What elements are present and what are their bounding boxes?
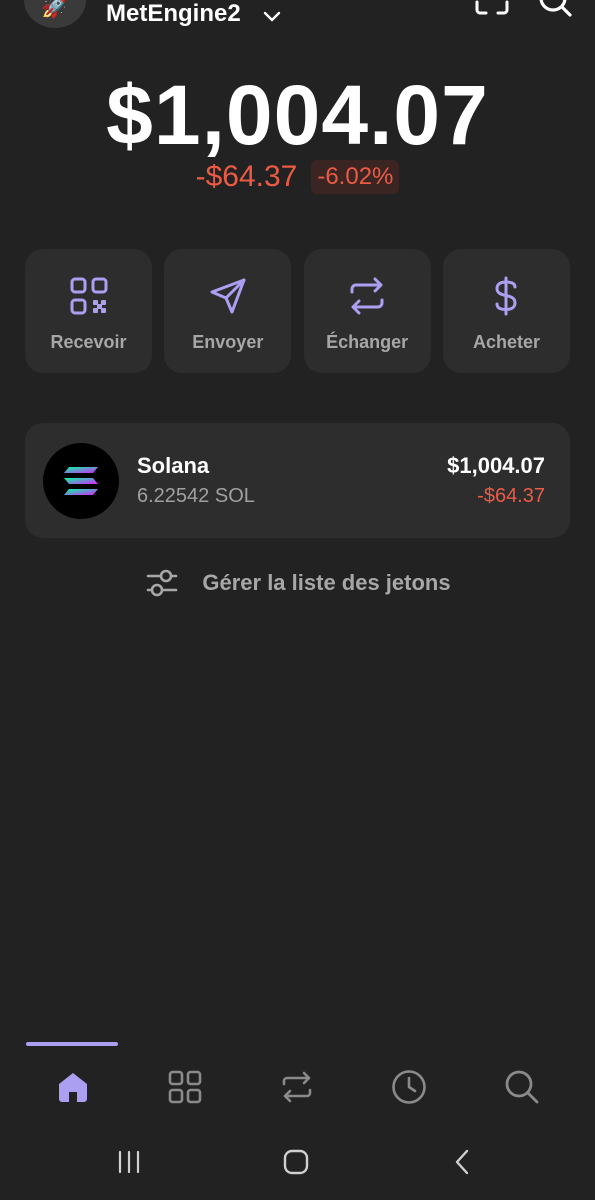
token-name: Solana (137, 453, 210, 478)
search-icon (505, 1070, 539, 1104)
token-change: -$64.37 (477, 485, 545, 507)
back-button[interactable] (441, 1140, 485, 1184)
token-value: $1,004.07 (447, 453, 545, 478)
swap-button[interactable]: Échanger (303, 249, 431, 373)
buy-label: Acheter (472, 332, 540, 352)
home-circle-icon (283, 1149, 309, 1175)
manage-token-list-label: Gérer la liste des jetons (202, 570, 451, 595)
account-name[interactable]: MetEngine2 (106, 0, 241, 28)
buy-button[interactable]: Acheter (442, 249, 570, 373)
balance-change-row: -$64.37 -6.02% (0, 160, 595, 194)
receive-label: Recevoir (50, 332, 127, 352)
header: 🚀 MetEngine2 (0, 0, 595, 40)
qr-code-icon (70, 277, 107, 315)
send-label: Envoyer (192, 332, 264, 352)
total-balance: $1,004.07 (106, 68, 489, 162)
rocket-icon: 🚀 (41, 0, 69, 19)
search-icon[interactable] (536, 0, 576, 18)
send-icon (210, 278, 246, 314)
chevron-down-icon[interactable] (262, 6, 282, 26)
receive-button[interactable]: Recevoir (25, 249, 152, 373)
scan-icon[interactable] (474, 0, 510, 16)
solana-logo-icon (43, 443, 119, 519)
token-row-solana[interactable]: Solana 6.22542 SOL $1,004.07 -$64.37 (25, 423, 570, 538)
system-navigation-bar (0, 1140, 595, 1184)
back-icon (455, 1149, 469, 1175)
recent-apps-icon (118, 1150, 140, 1174)
tab-swap[interactable] (272, 1062, 322, 1112)
action-buttons: Recevoir Envoyer Échanger Acheter (25, 249, 570, 373)
tab-collectibles[interactable] (160, 1062, 210, 1112)
bottom-tab-bar (0, 1062, 595, 1112)
tab-home[interactable] (48, 1062, 98, 1112)
dollar-icon (495, 276, 517, 316)
swap-icon (350, 277, 384, 315)
balance-change-percent-badge: -6.02% (311, 160, 400, 194)
token-amount: 6.22542 SOL (137, 485, 255, 507)
tab-history[interactable] (384, 1062, 434, 1112)
home-system-button[interactable] (274, 1140, 318, 1184)
send-button[interactable]: Envoyer (164, 249, 292, 373)
collectibles-icon (168, 1070, 202, 1104)
swap-icon (282, 1071, 312, 1103)
tab-search[interactable] (497, 1062, 547, 1112)
manage-token-list-button[interactable]: Gérer la liste des jetons (0, 568, 595, 598)
swap-label: Échanger (326, 332, 409, 352)
recent-apps-button[interactable] (107, 1140, 151, 1184)
home-icon (59, 1073, 87, 1102)
sliders-icon (147, 569, 178, 597)
balance-change-amount: -$64.37 (195, 160, 298, 193)
active-tab-indicator (26, 1042, 118, 1046)
account-avatar[interactable]: 🚀 (24, 0, 86, 28)
history-icon (392, 1070, 426, 1104)
